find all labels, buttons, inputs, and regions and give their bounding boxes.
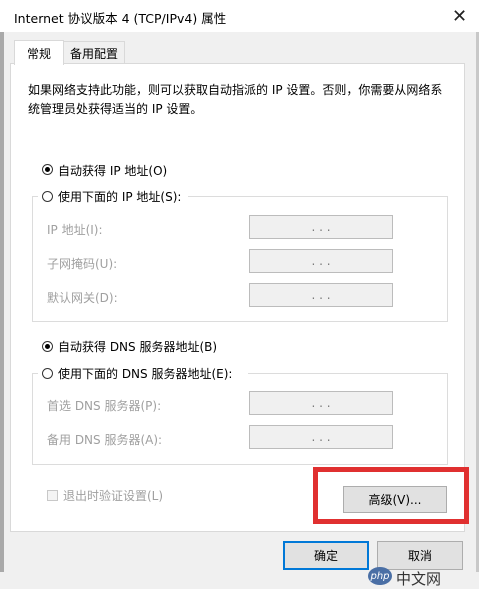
window-title: Internet 协议版本 4 (TCP/IPv4) 属性	[14, 11, 227, 26]
preferred-dns-input[interactable]: . . .	[249, 391, 393, 415]
validate-on-exit-label[interactable]: 退出时验证设置(L)	[63, 487, 163, 504]
radio-manual-dns-label[interactable]: 使用下面的 DNS 服务器地址(E):	[58, 365, 232, 382]
alternate-dns-input[interactable]: . . .	[249, 425, 393, 449]
radio-auto-dns-label[interactable]: 自动获得 DNS 服务器地址(B)	[58, 338, 217, 355]
subnet-mask-label: 子网掩码(U):	[47, 257, 118, 271]
radio-auto-ip[interactable]	[42, 164, 53, 175]
manual-dns-group	[32, 373, 448, 465]
default-gateway-label: 默认网关(D):	[47, 291, 118, 305]
tab-general[interactable]: 常规	[14, 40, 64, 65]
background-window-edge	[0, 32, 4, 572]
ip-address-input[interactable]: . . .	[249, 215, 393, 239]
cancel-button[interactable]: 取消	[377, 541, 463, 570]
preferred-dns-label: 首选 DNS 服务器(P):	[47, 399, 162, 413]
radio-manual-ip-label[interactable]: 使用下面的 IP 地址(S):	[58, 188, 181, 205]
watermark-logo: php	[368, 567, 392, 585]
validate-on-exit-checkbox[interactable]	[47, 490, 58, 501]
alternate-dns-label: 备用 DNS 服务器(A):	[47, 433, 163, 447]
default-gateway-input[interactable]: . . .	[249, 283, 393, 307]
radio-manual-dns[interactable]	[42, 368, 53, 379]
subnet-mask-input[interactable]: . . .	[249, 249, 393, 273]
watermark-text: 中文网	[396, 570, 442, 588]
radio-manual-ip[interactable]	[42, 191, 53, 202]
tab-alternate-config[interactable]: 备用配置	[63, 41, 125, 64]
description-text: 如果网络支持此功能，则可以获取自动指派的 IP 设置。否则，你需要从网络系统管理…	[28, 83, 443, 116]
highlight-annotation	[313, 467, 469, 524]
radio-auto-ip-label[interactable]: 自动获得 IP 地址(O)	[58, 162, 167, 179]
ok-button[interactable]: 确定	[283, 541, 369, 570]
radio-auto-dns[interactable]	[42, 341, 53, 352]
ip-address-label: IP 地址(I):	[47, 223, 103, 237]
close-icon[interactable]: ✕	[440, 0, 479, 32]
